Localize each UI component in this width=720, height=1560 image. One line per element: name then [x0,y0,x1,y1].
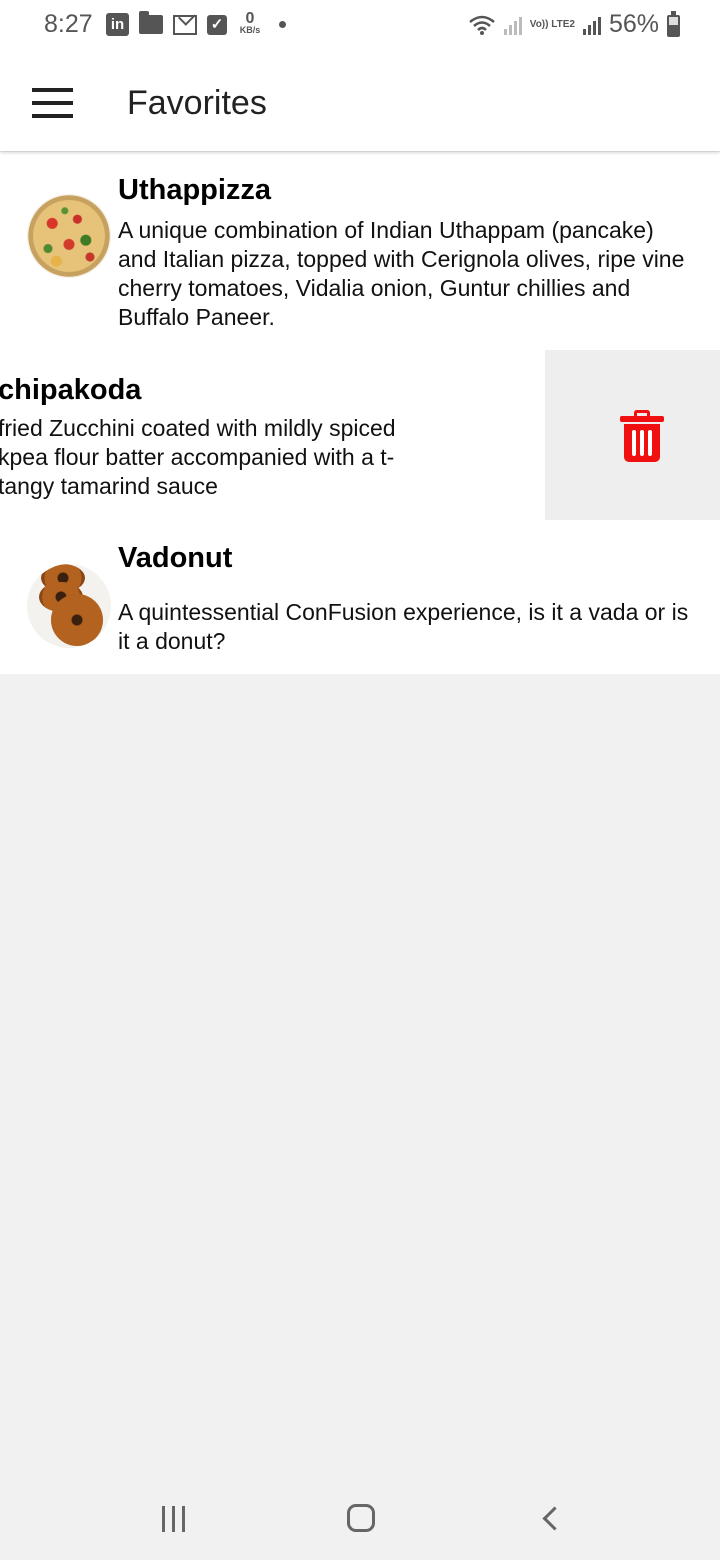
avatar [27,564,111,648]
hamburger-menu-icon[interactable] [32,88,73,118]
system-nav-bar [0,1470,720,1560]
item-description: fried Zucchini coated with mildly spiced… [0,415,396,499]
trash-icon [620,410,664,462]
more-notifications-dot [279,21,286,28]
notification-icons: in ✓ 0 KB/s [106,11,286,36]
system-icons: Vo)) LTE2 56% [468,10,680,39]
item-title: Uthappizza [118,174,272,206]
status-time: 8:27 [44,10,93,38]
battery-percent: 56% [608,10,659,38]
wifi-icon [468,15,495,35]
linkedin-icon: in [106,13,129,36]
network-speed-unit: KB/s [239,25,261,35]
battery-icon [667,10,680,37]
item-description: A quintessential ConFusion experience, i… [118,599,689,654]
folder-icon [139,11,163,34]
list-item-swiped[interactable]: chipakoda fried Zucchini coated with mil… [0,350,545,520]
status-bar: 8:27 in ✓ 0 KB/s Vo)) LTE2 56% [0,0,720,56]
item-title: chipakoda [0,374,142,406]
item-description: A unique combination of Indian Uthappam … [118,217,685,330]
gmail-icon [173,14,197,35]
volte-badge: Vo)) LTE2 [529,19,575,30]
network-speed: 0 KB/s [237,11,263,36]
recent-apps-icon[interactable] [160,1506,188,1532]
signal-sim2-icon [582,15,601,35]
back-icon[interactable] [542,1508,562,1528]
delete-swipe-button[interactable] [545,350,720,520]
avatar [27,194,111,278]
item-title: Vadonut [118,542,233,574]
favorites-list: Uthappizza A unique combination of India… [0,152,720,674]
home-icon[interactable] [347,1504,375,1532]
check-icon: ✓ [207,14,227,35]
list-item-uthappizza[interactable]: Uthappizza A unique combination of India… [0,152,720,350]
page-title: Favorites [127,84,267,122]
app-bar: Favorites [0,56,720,151]
signal-sim1-icon [503,15,522,35]
list-item-vadonut[interactable]: Vadonut A quintessential ConFusion exper… [0,520,720,674]
